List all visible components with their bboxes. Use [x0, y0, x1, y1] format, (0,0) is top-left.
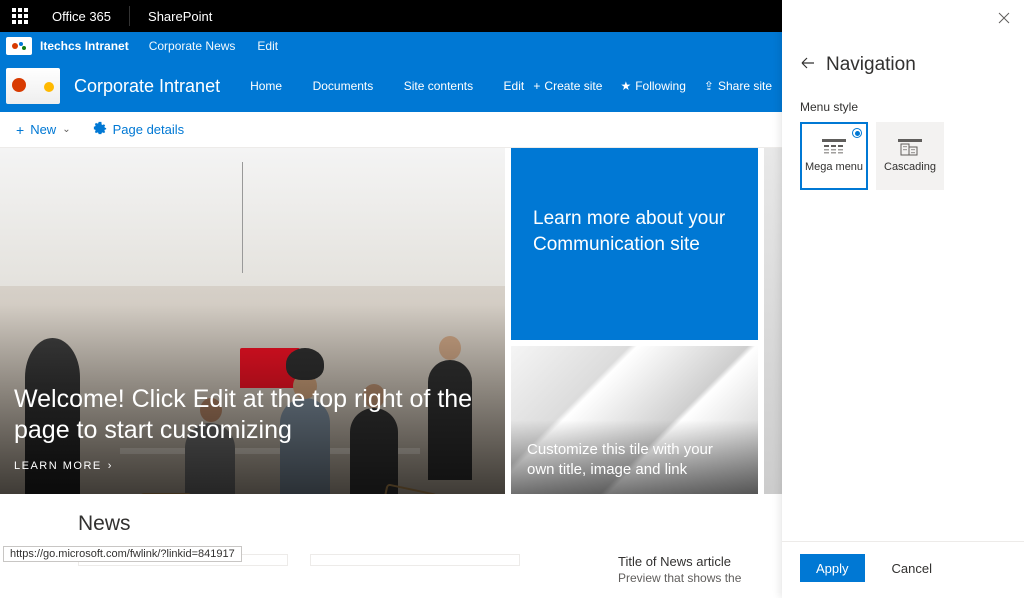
status-bar-url: https://go.microsoft.com/fwlink/?linkid=…: [3, 546, 242, 562]
nav-site-contents[interactable]: Site contents: [404, 79, 473, 93]
create-site-label: Create site: [544, 79, 602, 93]
page-details-button[interactable]: Page details: [93, 121, 185, 138]
following-label: Following: [635, 79, 686, 93]
close-button[interactable]: [998, 12, 1010, 27]
hero-tile-partial[interactable]: [764, 148, 782, 494]
tile-title: Customize this tile with your own title,…: [527, 440, 742, 481]
waffle-icon: [12, 8, 28, 24]
share-site-button[interactable]: ⇪ Share site: [704, 79, 772, 93]
hub-link-edit[interactable]: Edit: [257, 39, 278, 53]
hub-logo: [6, 37, 32, 55]
page-details-label: Page details: [113, 122, 185, 137]
new-label: New: [30, 122, 56, 137]
menu-style-label: Menu style: [782, 86, 1024, 122]
office365-label[interactable]: Office 365: [40, 9, 123, 24]
cancel-button[interactable]: Cancel: [875, 554, 949, 582]
learn-more-label: LEARN MORE: [14, 460, 102, 472]
mega-menu-icon: [822, 139, 846, 157]
gear-icon: [93, 121, 107, 138]
hub-link-corporate-news[interactable]: Corporate News: [149, 39, 236, 53]
divider: [129, 6, 130, 26]
apply-button[interactable]: Apply: [800, 554, 865, 582]
share-site-label: Share site: [718, 79, 772, 93]
news-heading: News: [78, 512, 782, 536]
plus-icon: +: [16, 122, 24, 138]
star-icon: ★: [620, 79, 631, 93]
nav-edit[interactable]: Edit: [504, 79, 525, 93]
new-button[interactable]: + New ⌄: [16, 122, 71, 138]
hero-primary-tile[interactable]: Welcome! Click Edit at the top right of …: [0, 148, 505, 494]
choice-label: Mega menu: [805, 161, 863, 173]
news-article-preview: Preview that shows the: [618, 571, 742, 585]
cascading-icon: [898, 139, 922, 157]
news-card[interactable]: [310, 554, 520, 566]
hero-tile-learn-more[interactable]: Learn more about your Communication site: [511, 148, 758, 340]
hub-site-title[interactable]: Itechcs Intranet: [40, 39, 129, 53]
plus-icon: +: [533, 79, 540, 93]
chevron-down-icon: ⌄: [62, 124, 70, 135]
back-button[interactable]: [800, 55, 816, 76]
choice-label: Cascading: [884, 161, 936, 173]
menu-style-mega-menu[interactable]: Mega menu: [800, 122, 868, 190]
sharepoint-label[interactable]: SharePoint: [136, 9, 224, 24]
site-title[interactable]: Corporate Intranet: [74, 76, 220, 97]
following-button[interactable]: ★ Following: [620, 79, 685, 93]
site-logo[interactable]: [6, 68, 60, 104]
nav-documents[interactable]: Documents: [313, 79, 374, 93]
learn-more-link[interactable]: LEARN MORE ›: [14, 460, 475, 472]
menu-style-cascading[interactable]: Cascading: [876, 122, 944, 190]
chevron-right-icon: ›: [108, 460, 113, 472]
share-icon: ⇪: [704, 79, 714, 93]
news-article[interactable]: Title of News article Preview that shows…: [618, 554, 742, 585]
nav-home[interactable]: Home: [250, 79, 282, 93]
close-icon: [998, 12, 1010, 24]
tile-title: Learn more about your Communication site: [533, 206, 736, 257]
hero-tile-customize[interactable]: Customize this tile with your own title,…: [511, 346, 758, 494]
create-site-button[interactable]: + Create site: [533, 79, 602, 93]
navigation-settings-panel: Navigation Menu style Mega menu Cascadin…: [782, 0, 1024, 598]
radio-selected-icon: [852, 128, 862, 138]
app-launcher-button[interactable]: [0, 0, 40, 32]
news-article-title: Title of News article: [618, 554, 742, 569]
hero-title: Welcome! Click Edit at the top right of …: [14, 384, 475, 447]
panel-title: Navigation: [826, 54, 916, 76]
arrow-left-icon: [800, 55, 816, 71]
